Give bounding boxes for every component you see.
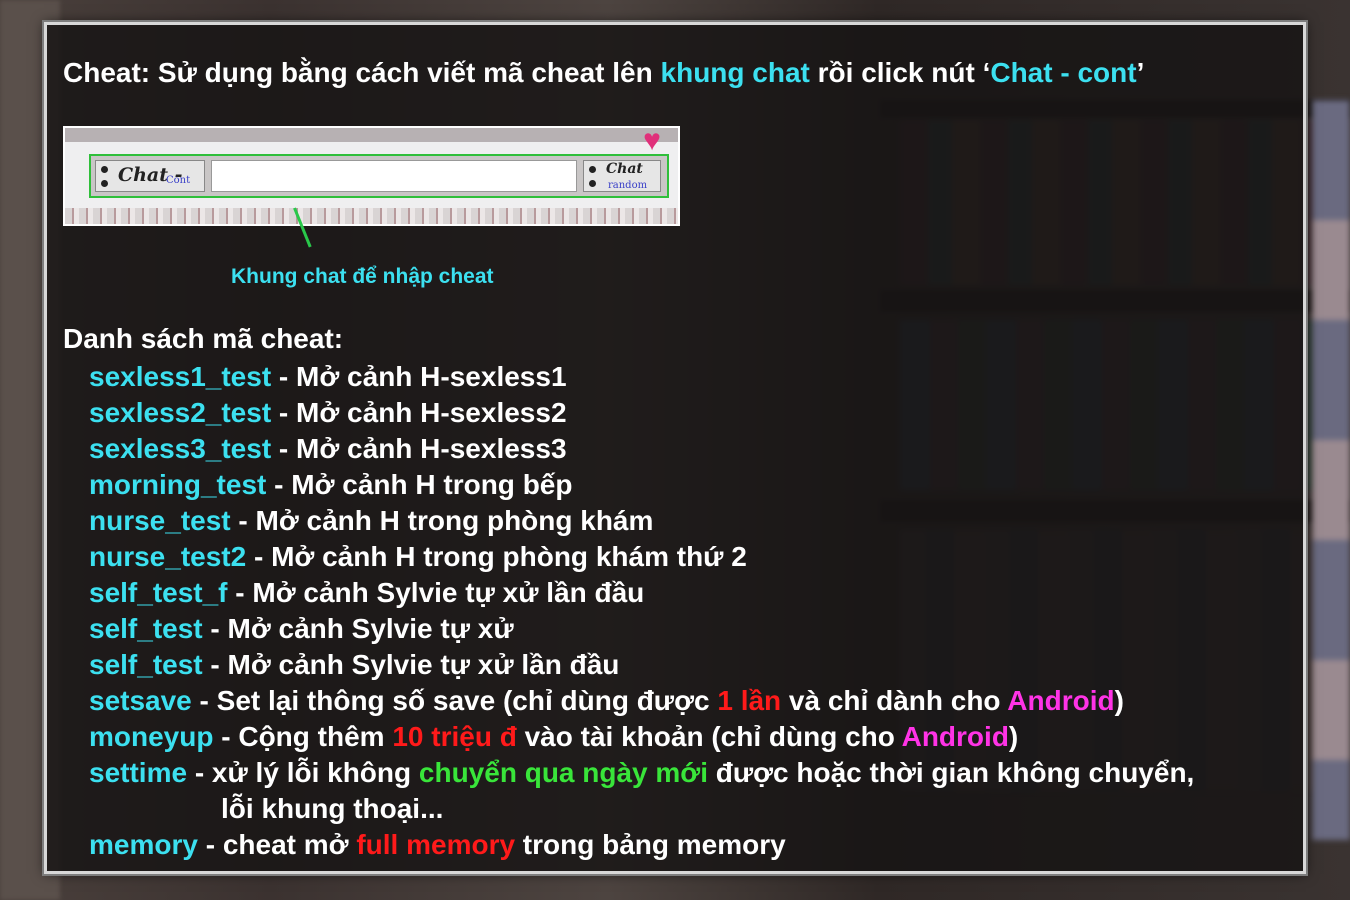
- chat-input-image: [211, 160, 577, 192]
- cheat-code: self_test_f: [89, 577, 228, 608]
- chat-bar-highlight: Chat - Cont Chat random: [89, 154, 669, 198]
- cheat-item: morning_test - Mở cảnh H trong bếp: [89, 467, 1194, 503]
- cheat-code: setsave: [89, 685, 192, 716]
- cheat-item: self_test - Mở cảnh Sylvie tự xử lần đầu: [89, 647, 1194, 683]
- cheat-code: self_test: [89, 649, 203, 680]
- cheat-item: sexless3_test - Mở cảnh H-sexless3: [89, 431, 1194, 467]
- chatbox-caption: Khung chat để nhập cheat: [231, 265, 494, 288]
- button-dot: [101, 180, 108, 187]
- cheat-description: ): [1114, 685, 1124, 716]
- cheat-item: sexless2_test - Mở cảnh H-sexless2: [89, 395, 1194, 431]
- cheat-description: - Cộng thêm: [213, 721, 393, 752]
- highlight-green: chuyển qua ngày mới: [418, 757, 708, 788]
- cheat-code: memory: [89, 829, 198, 860]
- cheat-item-setsave: setsave - Set lại thông số save (chỉ dùn…: [89, 683, 1194, 719]
- cheat-code: sexless2_test: [89, 397, 272, 428]
- button-dot: [101, 166, 108, 173]
- chat-button-sublabel: Cont: [166, 175, 191, 186]
- cheat-description: - Set lại thông số save (chỉ dùng được: [191, 685, 718, 716]
- button-dot: [589, 166, 596, 173]
- cheat-item: self_test - Mở cảnh Sylvie tự xử: [89, 611, 1194, 647]
- chat-cont-button-image: Chat - Cont: [95, 160, 205, 192]
- highlight-red: 1 lần: [717, 685, 782, 716]
- cheat-code: sexless1_test: [89, 361, 272, 392]
- cheat-code: self_test: [89, 613, 203, 644]
- chat-random-button-image: Chat random: [583, 160, 661, 192]
- chat-bar-illustration: ♥ Chat - Cont Chat random: [63, 126, 680, 226]
- heading-highlight-chatbox: khung chat: [660, 57, 810, 88]
- cheat-description: - xử lý lỗi không: [187, 757, 419, 788]
- cheat-item: sexless1_test - Mở cảnh H-sexless1: [89, 359, 1194, 395]
- heading-text: Cheat: Sử dụng bằng cách viết mã cheat l…: [63, 57, 661, 88]
- highlight-android: Android: [901, 721, 1009, 752]
- cheat-code: nurse_test: [89, 505, 231, 536]
- cheat-list-title: Danh sách mã cheat:: [63, 323, 344, 354]
- cheat-item: self_test_f - Mở cảnh Sylvie tự xử lần đ…: [89, 575, 1194, 611]
- cheat-description: trong bảng memory: [515, 829, 786, 860]
- chat-random-label: Chat: [606, 161, 643, 177]
- cheat-description: - cheat mở: [197, 829, 357, 860]
- cheat-description: - Mở cảnh H trong phòng khám thứ 2: [246, 541, 747, 572]
- illustration-top-strip: [65, 128, 678, 142]
- cheat-list: sexless1_test - Mở cảnh H-sexless1 sexle…: [89, 359, 1194, 863]
- cheat-description: được hoặc thời gian không chuyển,: [707, 757, 1195, 788]
- instruction-heading: Cheat: Sử dụng bằng cách viết mã cheat l…: [63, 57, 1144, 89]
- cheat-code: moneyup: [89, 721, 214, 752]
- heading-text: ’: [1136, 57, 1145, 88]
- cheat-description: - Mở cảnh H-sexless2: [271, 397, 567, 428]
- highlight-red: full memory: [356, 829, 516, 860]
- heart-icon: ♥: [643, 126, 661, 157]
- cheat-description: ): [1008, 721, 1019, 752]
- cheat-description: vào tài khoản (chỉ dùng cho: [516, 721, 902, 752]
- cheat-description: - Mở cảnh H-sexless3: [271, 433, 567, 464]
- cheat-description: - Mở cảnh Sylvie tự xử lần đầu: [202, 649, 620, 680]
- heading-highlight-button: Chat - cont: [990, 57, 1137, 88]
- chat-random-sublabel: random: [608, 180, 648, 191]
- cheat-code: settime: [89, 757, 188, 788]
- cheat-code: sexless3_test: [89, 433, 272, 464]
- highlight-red: 10 triệu đ: [392, 721, 517, 752]
- cheat-description: - Mở cảnh Sylvie tự xử lần đầu: [227, 577, 645, 608]
- cheat-item-memory: memory - cheat mở full memory trong bảng…: [89, 827, 1194, 863]
- cheat-description: - Mở cảnh H-sexless1: [271, 361, 567, 392]
- highlight-android: Android: [1007, 685, 1115, 716]
- cheat-description: - Mở cảnh Sylvie tự xử: [202, 613, 514, 644]
- cheat-item-settime: settime - xử lý lỗi không chuyển qua ngà…: [89, 755, 1194, 827]
- cheat-code: nurse_test2: [89, 541, 247, 572]
- heading-text: rồi click nút ‘: [809, 57, 991, 88]
- cheat-description: - Mở cảnh H trong phòng khám: [230, 505, 654, 536]
- illustration-bottom-strip: [65, 208, 678, 224]
- books-edge: [1312, 100, 1350, 840]
- cheat-item: nurse_test2 - Mở cảnh H trong phòng khám…: [89, 539, 1194, 575]
- cheat-info-panel: Cheat: Sử dụng bằng cách viết mã cheat l…: [44, 22, 1306, 874]
- button-dot: [589, 180, 596, 187]
- cheat-description-continuation: lỗi khung thoại...: [221, 793, 444, 824]
- cheat-item: nurse_test - Mở cảnh H trong phòng khám: [89, 503, 1194, 539]
- cheat-item-moneyup: moneyup - Cộng thêm 10 triệu đ vào tài k…: [89, 719, 1194, 755]
- cheat-description: và chỉ dành cho: [781, 685, 1008, 716]
- cheat-code: morning_test: [89, 469, 267, 500]
- cheat-description: - Mở cảnh H trong bếp: [266, 469, 573, 500]
